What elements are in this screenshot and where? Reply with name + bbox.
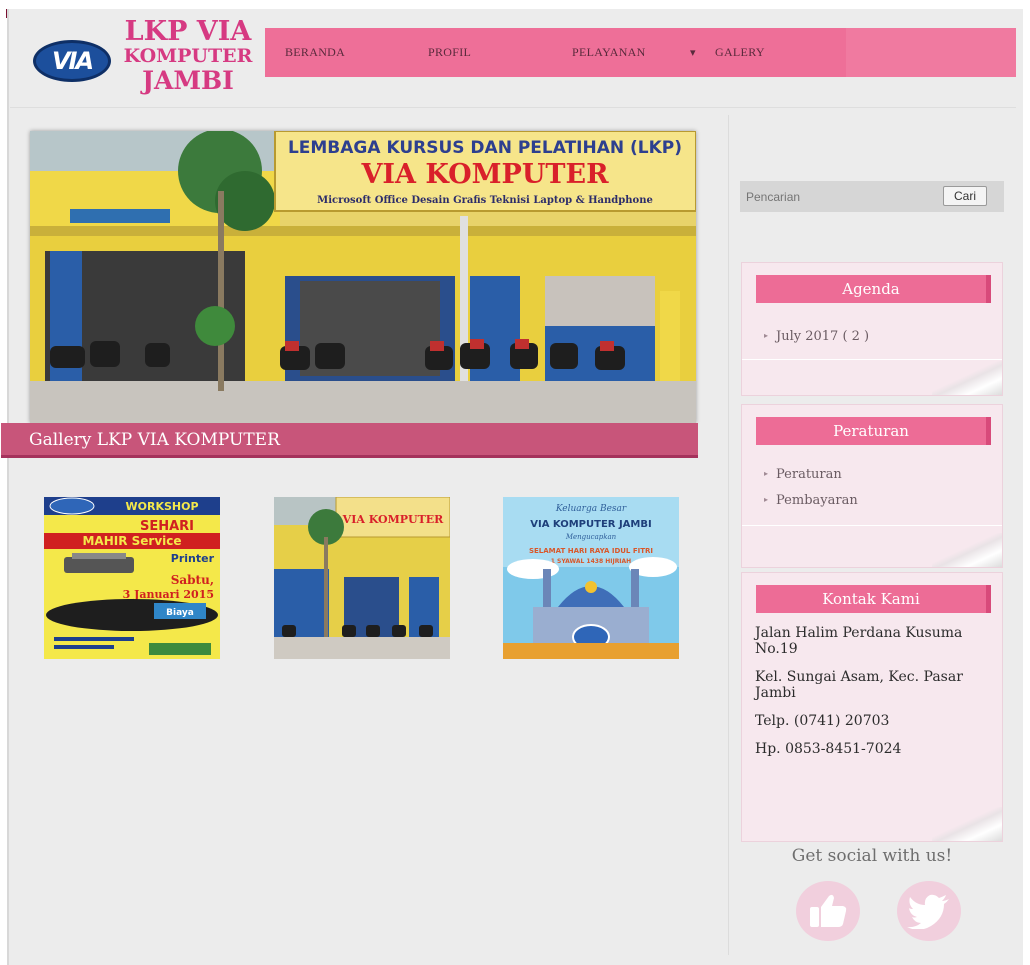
logo-mark-text: VIA xyxy=(51,47,94,75)
agenda-item-link[interactable]: July 2017 ( 2 ) xyxy=(776,329,869,344)
logo-line-2: KOMPUTER xyxy=(123,45,253,67)
eid-line-2: VIA KOMPUTER JAMBI xyxy=(530,519,651,530)
logo-mark: VIA xyxy=(33,40,111,82)
gallery-thumb-eid-greeting[interactable]: Keluarga Besar VIA KOMPUTER JAMBI Menguc… xyxy=(503,497,679,659)
agenda-separator xyxy=(742,359,1002,360)
main-navbar: BERANDA PROFIL PELAYANAN ▾ GALERY xyxy=(265,28,1016,77)
banner-sign-line-1: LEMBAGA KURSUS DAN PELATIHAN (LKP) xyxy=(288,138,682,158)
gallery-thumb-storefront[interactable]: VIA KOMPUTER xyxy=(274,497,450,659)
workshop-poster-image: WORKSHOP SEHARI MAHIR Service Printer Sa… xyxy=(44,497,220,659)
thumbs-up-icon xyxy=(810,894,847,927)
logo-line-3: JAMBI xyxy=(142,66,234,95)
contact-telp: Telp. (0741) 20703 xyxy=(755,713,890,730)
nav-item-profil[interactable]: PROFIL xyxy=(428,45,471,60)
peraturan-widget: Peraturan Peraturan Pembayaran xyxy=(741,404,1003,568)
peraturan-separator xyxy=(742,525,1002,526)
logo-wordmark: LKP VIA KOMPUTER JAMBI xyxy=(118,18,258,93)
page-curl-decoration xyxy=(932,533,1002,567)
peraturan-link[interactable]: Peraturan xyxy=(776,467,842,482)
contact-info: Jalan Halim Perdana Kusuma No.19 Kel. Su… xyxy=(755,625,995,770)
eid-line-3: Mengucapkan xyxy=(565,533,617,541)
workshop-line-1: SEHARI xyxy=(140,519,194,534)
site-logo[interactable]: VIA LKP VIA KOMPUTER JAMBI xyxy=(28,18,268,108)
peraturan-title: Peraturan xyxy=(756,417,991,445)
agenda-item[interactable]: July 2017 ( 2 ) xyxy=(764,329,869,355)
pembayaran-item[interactable]: Pembayaran xyxy=(764,493,858,519)
workshop-line-2: MAHIR Service xyxy=(82,534,181,548)
chevron-down-icon[interactable]: ▾ xyxy=(690,46,696,59)
sidebar-divider xyxy=(728,115,729,955)
page-curl-decoration xyxy=(932,807,1002,841)
workshop-line-4: Sabtu, xyxy=(171,573,214,587)
twitter-button[interactable] xyxy=(897,881,961,941)
agenda-widget: Agenda July 2017 ( 2 ) xyxy=(741,262,1003,396)
contact-address-district: Kel. Sungai Asam, Kec. Pasar Jambi xyxy=(755,669,963,702)
eid-line-4: SELAMAT HARI RAYA IDUL FITRI xyxy=(529,547,653,555)
peraturan-list: Peraturan Pembayaran xyxy=(764,467,858,519)
storefront-sign: VIA KOMPUTER xyxy=(342,513,445,526)
pembayaran-link[interactable]: Pembayaran xyxy=(776,493,858,508)
eid-line-5: 1 SYAWAL 1438 HIJRIAH xyxy=(551,558,631,565)
agenda-list: July 2017 ( 2 ) xyxy=(764,329,869,355)
workshop-badge: Biaya xyxy=(166,608,194,618)
kontak-widget: Kontak Kami Jalan Halim Perdana Kusuma N… xyxy=(741,572,1003,842)
header-divider xyxy=(10,107,1016,108)
search-button[interactable]: Cari xyxy=(943,186,987,206)
social-heading: Get social with us! xyxy=(791,846,953,866)
agenda-title: Agenda xyxy=(756,275,991,303)
eid-line-1: Keluarga Besar xyxy=(555,504,627,514)
banner-sign-line-2: VIA KOMPUTER xyxy=(360,159,609,190)
kontak-title: Kontak Kami xyxy=(756,585,991,613)
page-curl-decoration xyxy=(932,361,1002,395)
nav-item-pelayanan[interactable]: PELAYANAN xyxy=(572,45,646,60)
facebook-like-button[interactable] xyxy=(796,881,860,941)
twitter-bird-icon xyxy=(907,894,949,929)
navbar-tail xyxy=(846,28,1016,77)
storefront-photo-image: VIA KOMPUTER xyxy=(274,497,450,659)
gallery-thumb-workshop[interactable]: WORKSHOP SEHARI MAHIR Service Printer Sa… xyxy=(44,497,220,659)
logo-line-1: LKP VIA xyxy=(124,16,252,47)
peraturan-item[interactable]: Peraturan xyxy=(764,467,858,493)
banner-illustration: LEMBAGA KURSUS DAN PELATIHAN (LKP) VIA K… xyxy=(30,131,696,423)
nav-item-galery[interactable]: GALERY xyxy=(715,45,765,60)
gallery-title: Gallery LKP VIA KOMPUTER xyxy=(29,430,280,450)
workshop-heading: WORKSHOP xyxy=(125,500,198,513)
contact-address-street: Jalan Halim Perdana Kusuma No.19 xyxy=(755,625,963,658)
nav-item-beranda[interactable]: BERANDA xyxy=(285,45,345,60)
workshop-line-3: Printer xyxy=(171,552,215,565)
banner-photo: LEMBAGA KURSUS DAN PELATIHAN (LKP) VIA K… xyxy=(30,131,696,423)
contact-hp: Hp. 0853-8451-7024 xyxy=(755,741,902,758)
banner-sign-line-3: Microsoft Office Desain Grafis Teknisi L… xyxy=(317,195,653,206)
eid-greeting-image: Keluarga Besar VIA KOMPUTER JAMBI Menguc… xyxy=(503,497,679,659)
gallery-heading-bar: Gallery LKP VIA KOMPUTER xyxy=(1,423,698,458)
search-input[interactable] xyxy=(746,186,936,207)
search-form: Cari xyxy=(740,181,1004,212)
